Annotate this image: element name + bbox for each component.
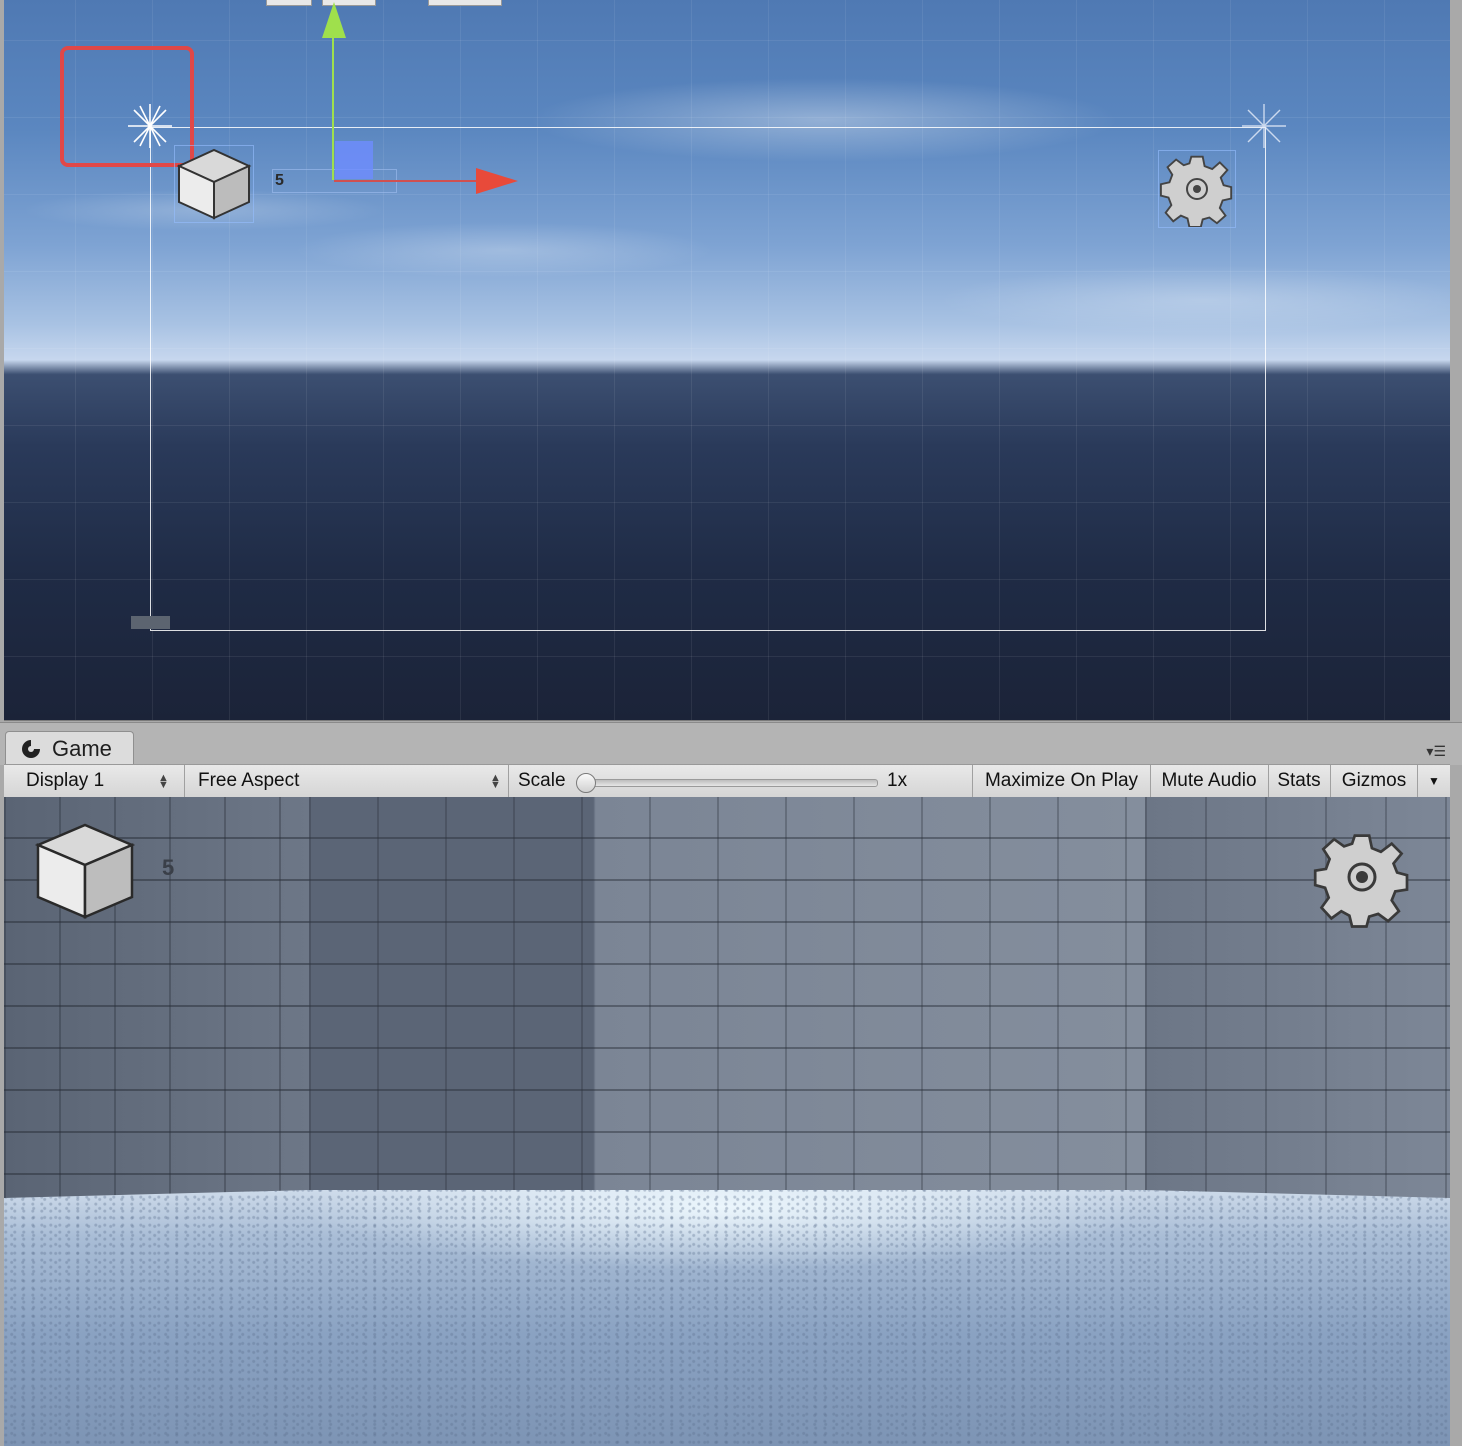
aspect-select[interactable]: Free Aspect ▲ ▼ xyxy=(188,765,504,797)
move-x-axis-line[interactable] xyxy=(334,180,482,182)
gizmos-toggle[interactable]: Gizmos xyxy=(1331,765,1417,797)
maximize-on-play-toggle[interactable]: Maximize On Play xyxy=(973,765,1150,797)
scale-control: Scale 1x xyxy=(518,765,973,797)
gizmos-label: Gizmos xyxy=(1341,770,1407,791)
gizmos-dropdown-icon[interactable]: ▼ xyxy=(1418,765,1450,797)
game-panel-tabbar: Game ▾☰ xyxy=(0,722,1462,766)
canvas-bounds-rect xyxy=(150,127,1266,631)
scene-view[interactable]: 5 xyxy=(4,0,1450,721)
aspect-select-value: Free Aspect xyxy=(198,770,300,791)
maximize-on-play-label: Maximize On Play xyxy=(984,770,1139,791)
canvas-pivot-handle[interactable] xyxy=(131,616,170,629)
tab-game[interactable]: Game xyxy=(5,731,134,766)
cube-icon-bounds[interactable] xyxy=(174,145,254,223)
wall-center xyxy=(309,797,1145,1190)
cube-icon xyxy=(176,148,252,220)
tab-game-label: Game xyxy=(52,736,112,761)
updown-arrows-icon: ▲ ▼ xyxy=(158,772,169,791)
mute-audio-label: Mute Audio xyxy=(1161,770,1257,791)
scene-toolbar-strip xyxy=(4,0,1450,6)
display-select[interactable]: Display 1 ▲ ▼ xyxy=(4,765,174,797)
move-y-axis-line[interactable] xyxy=(332,28,334,180)
scale-value: 1x xyxy=(887,770,908,791)
gear-icon-bounds[interactable] xyxy=(1158,150,1236,228)
gear-icon[interactable] xyxy=(1310,825,1414,929)
game-toolbar: Display 1 ▲ ▼ Free Aspect ▲ ▼ Scale 1x Max… xyxy=(4,764,1450,798)
display-select-value: Display 1 xyxy=(26,770,105,791)
stats-label: Stats xyxy=(1277,770,1321,791)
hud-count-label: 5 xyxy=(162,855,175,880)
move-y-arrow-icon[interactable] xyxy=(321,2,347,40)
game-controller-icon xyxy=(22,740,40,758)
scale-slider-track[interactable] xyxy=(580,779,878,787)
game-view[interactable]: 5 xyxy=(4,797,1450,1446)
stats-toggle[interactable]: Stats xyxy=(1269,765,1329,797)
move-x-arrow-icon[interactable] xyxy=(476,166,518,196)
move-plane-handle[interactable] xyxy=(335,141,373,179)
floor xyxy=(4,1190,1450,1446)
scale-slider-thumb[interactable] xyxy=(576,773,596,793)
scene-toolbar-tab[interactable] xyxy=(266,0,312,6)
scene-toolbar-tab[interactable] xyxy=(428,0,502,6)
gear-icon xyxy=(1159,155,1233,228)
scale-label: Scale xyxy=(518,770,566,791)
mute-audio-toggle[interactable]: Mute Audio xyxy=(1151,765,1267,797)
scene-count-label: 5 xyxy=(275,172,284,189)
light-icon[interactable] xyxy=(1240,102,1288,150)
cube-icon[interactable] xyxy=(34,821,136,921)
dropdown-list-icon[interactable]: ▾☰ xyxy=(1426,743,1446,760)
updown-arrows-icon: ▲ ▼ xyxy=(490,772,501,791)
